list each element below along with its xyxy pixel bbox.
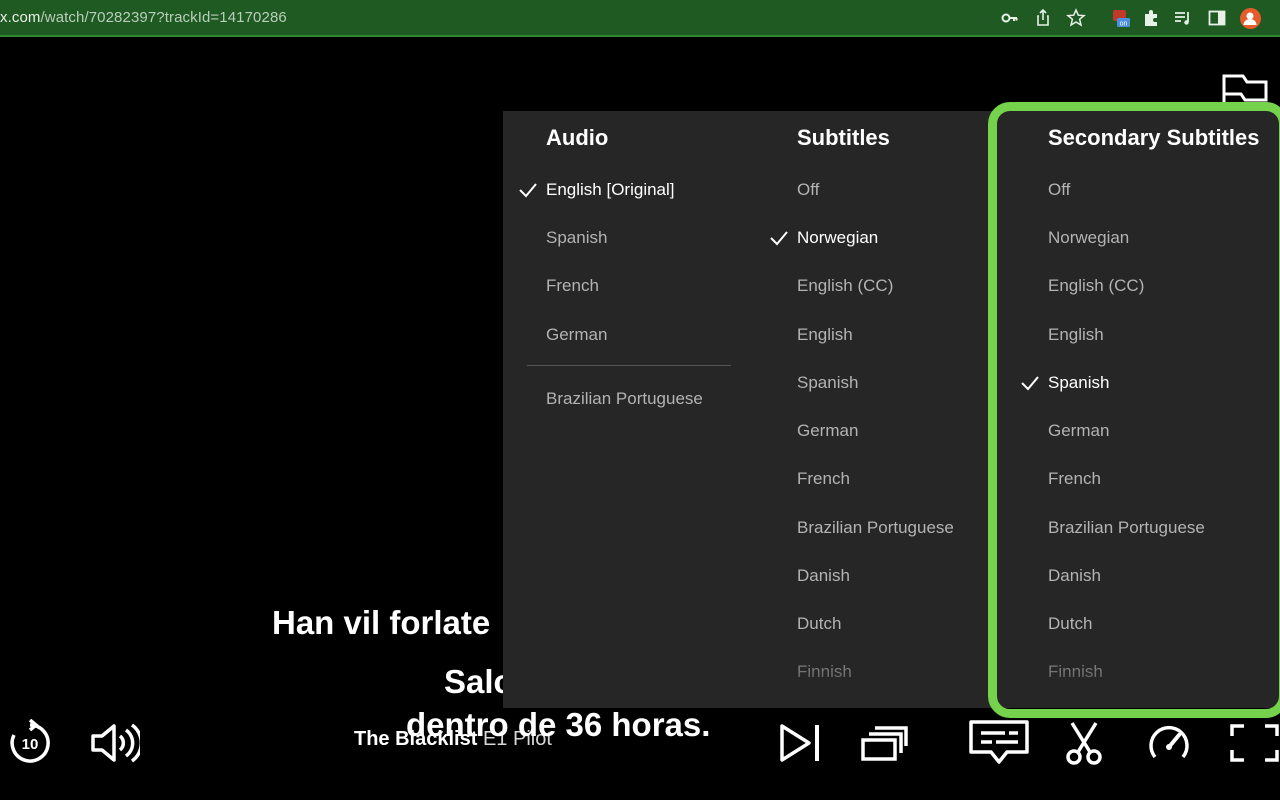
share-icon[interactable] [1033, 8, 1053, 28]
subtitle-option[interactable]: French [797, 469, 850, 489]
subtitle-option[interactable]: Danish [797, 566, 850, 586]
subtitles-audio-icon[interactable] [968, 719, 1030, 767]
checkmark-icon [1020, 374, 1040, 392]
episodes-icon[interactable] [860, 724, 908, 762]
secondary-subtitle-option[interactable]: English (CC) [1048, 276, 1144, 296]
audio-option[interactable]: Spanish [546, 228, 607, 248]
fullscreen-icon[interactable] [1229, 723, 1280, 763]
key-icon[interactable] [1000, 8, 1020, 28]
subtitle-line: dentro de 36 horas. [406, 706, 711, 743]
audio-option[interactable]: German [546, 325, 607, 345]
secondary-subtitle-option[interactable]: Norwegian [1048, 228, 1129, 248]
playback-speed-icon[interactable] [1147, 721, 1191, 765]
subtitle-line: Salc [444, 663, 512, 700]
media-queue-icon[interactable] [1173, 8, 1193, 28]
report-flag-icon[interactable] [1221, 73, 1269, 107]
volume-icon[interactable] [90, 721, 140, 765]
secondary-subtitle-option[interactable]: Off [1048, 180, 1070, 200]
extension-on-icon[interactable]: on [1111, 8, 1131, 28]
skip-back-seconds: 10 [22, 736, 39, 753]
list-fade [503, 668, 1280, 708]
subtitle-line: Han vil forlate [272, 604, 491, 641]
browser-toolbar: x.com/watch/70282397?trackId=14170286 on [0, 0, 1280, 37]
secondary-subtitle-option[interactable]: Spanish [1021, 373, 1109, 393]
scissors-clip-icon[interactable] [1064, 719, 1104, 767]
secondary-subtitle-option[interactable]: Danish [1048, 566, 1101, 586]
audio-subtitles-panel: Audio English [Original] Spanish French … [503, 111, 1280, 708]
url-path: /watch/70282397?trackId=14170286 [40, 9, 287, 26]
subtitle-option[interactable]: English (CC) [797, 276, 893, 296]
url-host: x.com [0, 9, 41, 26]
puzzle-extensions-icon[interactable] [1141, 8, 1161, 28]
bookmark-star-icon[interactable] [1066, 8, 1086, 28]
checkmark-icon [518, 181, 538, 199]
skip-back-10-icon[interactable]: 10 [6, 719, 54, 767]
audio-divider [527, 365, 731, 366]
extension-badge: on [1120, 21, 1128, 28]
audio-option[interactable]: Brazilian Portuguese [546, 389, 703, 409]
subtitle-option[interactable]: Dutch [797, 614, 841, 634]
profile-avatar-icon[interactable] [1240, 8, 1261, 29]
subtitle-option[interactable]: Brazilian Portuguese [797, 518, 954, 538]
subtitle-option[interactable]: English [797, 325, 853, 345]
subtitle-option[interactable]: Norwegian [770, 228, 878, 248]
subtitles-heading: Subtitles [797, 125, 890, 150]
secondary-subtitles-heading: Secondary Subtitles [1048, 125, 1260, 150]
secondary-subtitle-option[interactable]: English [1048, 325, 1104, 345]
subtitle-option[interactable]: Off [797, 180, 819, 200]
secondary-subtitle-option[interactable]: German [1048, 421, 1109, 441]
secondary-subtitle-option[interactable]: French [1048, 469, 1101, 489]
secondary-subtitle-option[interactable]: Finnish [1048, 662, 1103, 682]
secondary-subtitle-option[interactable]: Dutch [1048, 614, 1092, 634]
audio-option[interactable]: French [546, 276, 599, 296]
checkmark-icon [769, 229, 789, 247]
audio-option[interactable]: English [Original] [519, 180, 675, 200]
next-episode-icon[interactable] [779, 723, 821, 763]
secondary-subtitle-option[interactable]: Brazilian Portuguese [1048, 518, 1205, 538]
address-bar[interactable]: x.com/watch/70282397?trackId=14170286 [0, 9, 287, 26]
subtitle-option[interactable]: German [797, 421, 858, 441]
side-panel-icon[interactable] [1207, 8, 1227, 28]
audio-heading: Audio [546, 125, 609, 150]
subtitle-option[interactable]: Finnish [797, 662, 852, 682]
subtitle-option[interactable]: Spanish [797, 373, 858, 393]
